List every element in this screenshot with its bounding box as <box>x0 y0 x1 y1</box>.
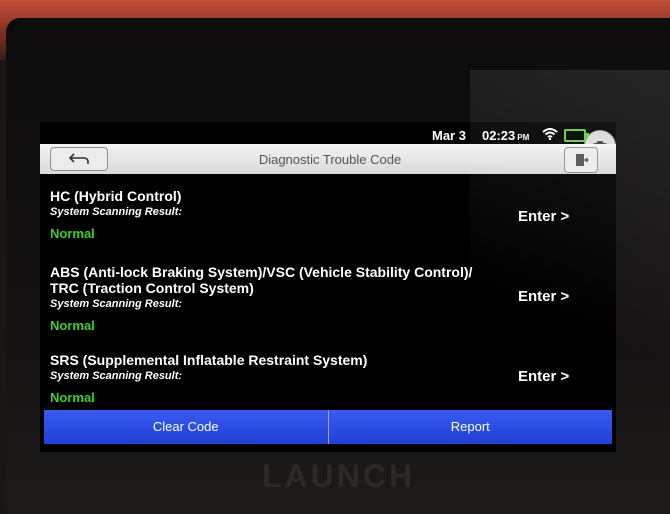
title-bar: Diagnostic Trouble Code <box>40 144 616 174</box>
action-bar: Clear Code Report <box>44 410 612 444</box>
back-arrow-icon <box>68 153 89 164</box>
system-name-line: ABS (Anti-lock Braking System)/VSC (Vehi… <box>50 264 473 280</box>
system-name: HC (Hybrid Control) <box>50 188 520 204</box>
system-name: SRS (Supplemental Inflatable Restraint S… <box>50 352 520 368</box>
system-row-abs[interactable]: ABS (Anti-lock Braking System)/VSC (Vehi… <box>40 264 616 344</box>
system-row-hc[interactable]: HC (Hybrid Control) System Scanning Resu… <box>40 188 616 248</box>
status-ampm: PM <box>517 133 530 142</box>
device-brand-logo: LAUNCH <box>262 458 416 494</box>
scan-result-value: Normal <box>50 390 95 405</box>
exit-button[interactable] <box>564 147 598 173</box>
system-name-line: HC (Hybrid Control) <box>50 188 182 204</box>
scan-result-label: System Scanning Result: <box>50 370 183 382</box>
system-name: ABS (Anti-lock Braking System)/VSC (Vehi… <box>50 264 520 296</box>
battery-icon <box>564 129 589 142</box>
system-name-line: TRC (Traction Control System) <box>50 280 254 296</box>
exit-door-icon <box>576 154 589 166</box>
report-button[interactable]: Report <box>329 410 613 444</box>
scan-result-label: System Scanning Result: <box>50 206 183 218</box>
back-button[interactable] <box>50 147 108 171</box>
device-screen: Mar 3 02:23 PM Diagnostic Trouble Code H… <box>40 122 616 452</box>
system-row-srs[interactable]: SRS (Supplemental Inflatable Restraint S… <box>40 352 616 410</box>
status-clock: 02:23 <box>482 128 516 143</box>
clear-code-button[interactable]: Clear Code <box>44 410 329 444</box>
wifi-icon <box>542 128 558 143</box>
enter-button[interactable]: Enter > <box>518 208 569 225</box>
scan-result-value: Normal <box>50 226 95 241</box>
page-title: Diagnostic Trouble Code <box>258 152 402 167</box>
scan-result-label: System Scanning Result: <box>50 298 183 310</box>
system-list: HC (Hybrid Control) System Scanning Resu… <box>40 174 616 410</box>
system-name-line: SRS (Supplemental Inflatable Restraint S… <box>50 352 368 368</box>
status-time: 02:23 PM <box>482 128 529 143</box>
scan-result-value: Normal <box>50 318 95 333</box>
status-bar: Mar 3 02:23 PM <box>40 122 616 144</box>
enter-button[interactable]: Enter > <box>518 368 569 385</box>
status-date: Mar 3 <box>432 128 466 143</box>
enter-button[interactable]: Enter > <box>518 288 569 305</box>
